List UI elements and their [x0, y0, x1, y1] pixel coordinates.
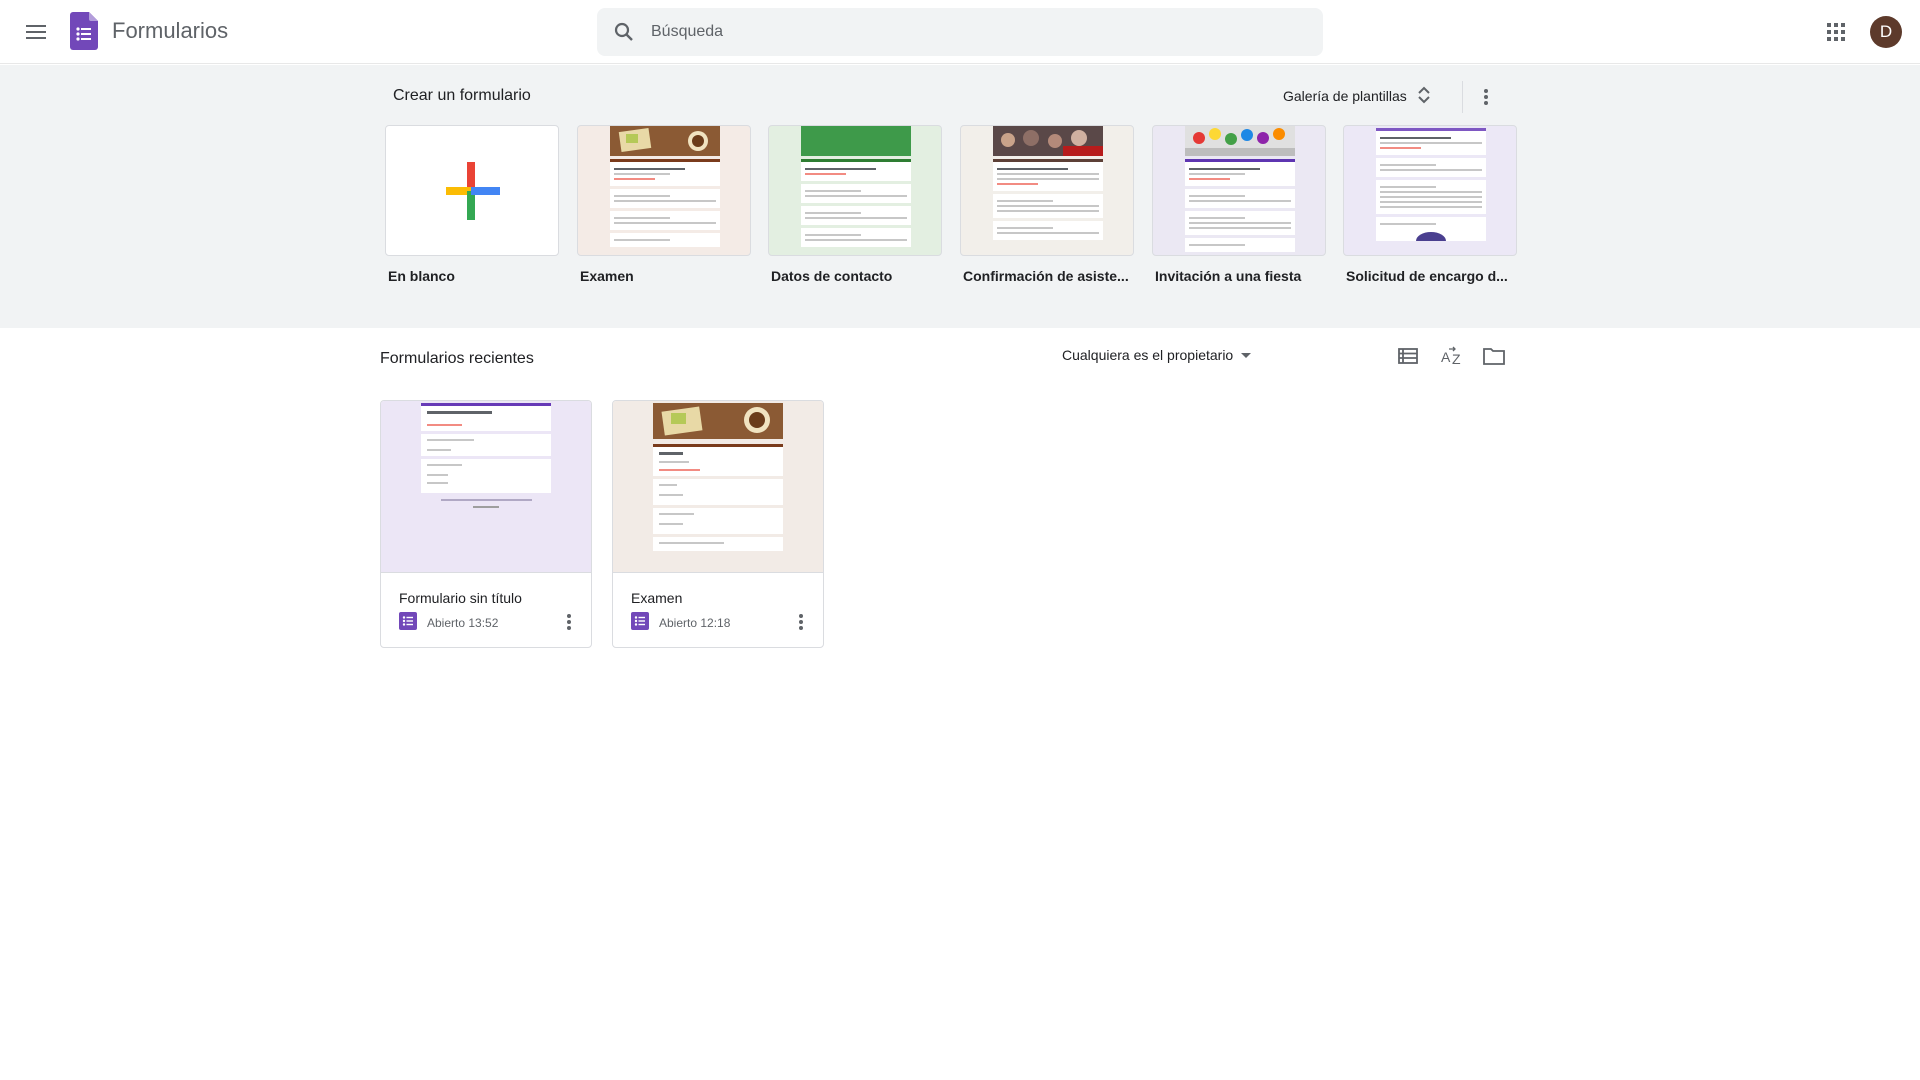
- form-meta: Abierto 12:18: [631, 612, 730, 633]
- template-label: Confirmación de asiste...: [963, 268, 1129, 284]
- folder-icon[interactable]: [1480, 344, 1508, 368]
- plus-icon: [446, 162, 500, 220]
- template-label: En blanco: [388, 268, 455, 284]
- form-name: Formulario sin título: [399, 590, 522, 606]
- recent-form-card[interactable]: Examen Abierto 12:18: [612, 400, 824, 648]
- template-rsvp[interactable]: Confirmación de asiste...: [960, 125, 1134, 284]
- form-meta: Abierto 13:52: [399, 612, 498, 633]
- toolbar-divider: [1462, 81, 1463, 113]
- list-view-icon[interactable]: [1394, 344, 1422, 368]
- forms-logo-icon[interactable]: [70, 12, 98, 50]
- more-vert-icon[interactable]: [557, 610, 581, 634]
- templates-section-title: Crear un formulario: [393, 87, 531, 104]
- top-bar: Formularios D: [0, 0, 1920, 64]
- dropdown-arrow-icon: [1241, 352, 1252, 358]
- template-exam[interactable]: Examen: [577, 125, 751, 284]
- form-thumbnail: [613, 401, 823, 573]
- form-file-icon: [631, 612, 649, 633]
- svg-text:A: A: [1441, 349, 1451, 365]
- template-thumbnail: [577, 125, 751, 256]
- template-label: Datos de contacto: [771, 268, 893, 284]
- form-opened-time: Abierto 13:52: [427, 615, 499, 630]
- menu-icon[interactable]: [20, 16, 52, 48]
- owner-filter-label: Cualquiera es el propietario: [1062, 347, 1234, 363]
- template-thumbnail: [1152, 125, 1326, 256]
- form-thumbnail: [381, 401, 591, 573]
- template-gallery-label: Galería de plantillas: [1283, 88, 1407, 104]
- recent-forms-title: Formularios recientes: [380, 350, 534, 367]
- template-thumbnail: [768, 125, 942, 256]
- template-thumbnail: [385, 125, 559, 256]
- template-label: Solicitud de encargo d...: [1346, 268, 1508, 284]
- avatar[interactable]: D: [1870, 16, 1902, 48]
- template-label: Examen: [580, 268, 634, 284]
- more-vert-icon[interactable]: [789, 610, 813, 634]
- template-gallery-button[interactable]: Galería de plantillas: [1283, 79, 1431, 113]
- recent-form-card[interactable]: Formulario sin título Abierto 13:52: [380, 400, 592, 648]
- more-vert-icon[interactable]: [1474, 81, 1498, 113]
- sort-az-icon[interactable]: AZ: [1438, 344, 1466, 368]
- template-order-request[interactable]: Solicitud de encargo d...: [1343, 125, 1517, 284]
- form-file-icon: [399, 612, 417, 633]
- form-name: Examen: [631, 590, 683, 606]
- template-contact-info[interactable]: Datos de contacto: [768, 125, 942, 284]
- search-bar[interactable]: [597, 8, 1323, 56]
- search-input[interactable]: [651, 23, 1271, 41]
- template-gallery-section: Crear un formulario Galería de plantilla…: [0, 65, 1920, 328]
- app-title[interactable]: Formularios: [112, 18, 228, 44]
- template-thumbnail: [960, 125, 1134, 256]
- template-blank[interactable]: En blanco: [385, 125, 559, 284]
- form-opened-time: Abierto 12:18: [659, 615, 731, 630]
- owner-filter-dropdown[interactable]: Cualquiera es el propietario: [1062, 347, 1252, 363]
- svg-text:Z: Z: [1452, 351, 1461, 366]
- apps-icon[interactable]: [1822, 18, 1850, 46]
- template-thumbnail: [1343, 125, 1517, 256]
- unfold-icon: [1417, 86, 1431, 107]
- template-label: Invitación a una fiesta: [1155, 268, 1302, 284]
- search-icon[interactable]: [597, 8, 651, 56]
- template-party-invite[interactable]: Invitación a una fiesta: [1152, 125, 1326, 284]
